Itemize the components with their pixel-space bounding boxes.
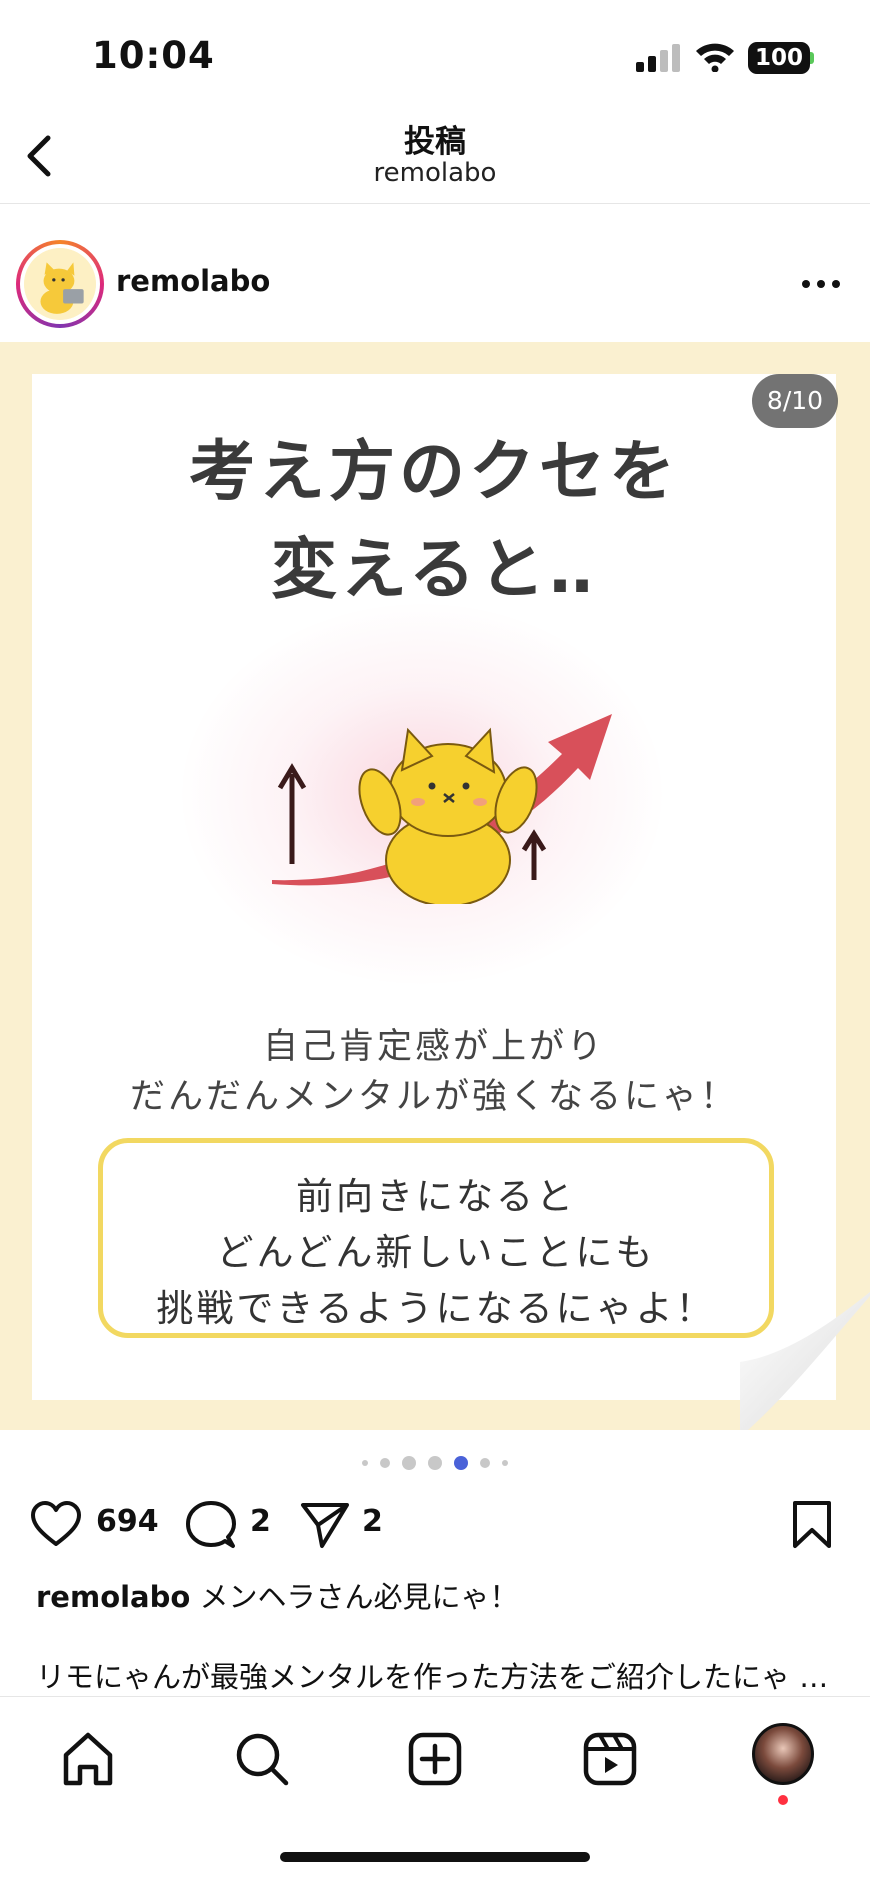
like-count[interactable]: 694 bbox=[96, 1504, 159, 1539]
carousel-dot bbox=[480, 1457, 490, 1468]
post-username[interactable]: remolabo bbox=[116, 264, 270, 298]
status-bar: 10:04 100 bbox=[0, 0, 870, 110]
page-subtitle: remolabo bbox=[373, 158, 497, 188]
signal-icon bbox=[636, 44, 680, 72]
share-count[interactable]: 2 bbox=[362, 1504, 383, 1539]
nav-header: 投稿 remolabo bbox=[0, 110, 870, 204]
carousel-dot-active bbox=[454, 1455, 468, 1470]
image-body-line2: だんだんメンタルが強くなるにゃ！ bbox=[129, 1077, 738, 1117]
reels-icon[interactable] bbox=[580, 1729, 640, 1789]
battery-tip bbox=[810, 52, 814, 64]
image-body-line1: 自己肯定感が上がり bbox=[262, 1027, 605, 1067]
cat-cheering-illustration bbox=[272, 714, 612, 904]
carousel-dot bbox=[380, 1457, 390, 1468]
send-icon[interactable] bbox=[300, 1500, 350, 1550]
post-action-bar: 694 2 2 bbox=[0, 1490, 870, 1560]
battery-indicator: 100 bbox=[748, 42, 810, 74]
carousel-dot bbox=[402, 1455, 416, 1470]
home-indicator bbox=[280, 1852, 590, 1862]
wifi-icon bbox=[696, 43, 734, 72]
image-callout-box: 前向きになると どんどん新しいことにも 挑戦できるようになるにゃよ！ bbox=[98, 1138, 774, 1338]
caption-more-text[interactable]: リモにゃんが最強メンタルを作った方法をご紹介したにゃ … bbox=[36, 1654, 828, 1696]
home-icon[interactable] bbox=[58, 1729, 118, 1789]
callout-line1: 前向きになると bbox=[296, 1175, 576, 1218]
profile-avatar[interactable] bbox=[752, 1723, 814, 1785]
heart-icon[interactable] bbox=[30, 1500, 82, 1548]
post-caption: remolabo メンヘラさん必見にゃ！ bbox=[36, 1574, 519, 1616]
plus-square-icon[interactable] bbox=[405, 1729, 465, 1789]
image-card: 考え方のクセを 変えると‥ 自己肯定感が上がり だんだんメンタルが強くなるにゃ！… bbox=[32, 374, 836, 1400]
callout-line3: 挑戦できるようになるにゃよ！ bbox=[156, 1287, 716, 1330]
callout-line2: どんどん新しいことにも bbox=[216, 1231, 656, 1274]
page-title: 投稿 bbox=[404, 124, 466, 160]
search-icon[interactable] bbox=[232, 1729, 292, 1789]
carousel-page-badge: 8/10 bbox=[752, 374, 838, 428]
carousel-dot bbox=[502, 1459, 508, 1466]
post-header: remolabo bbox=[0, 204, 870, 342]
comment-icon[interactable] bbox=[186, 1500, 236, 1550]
page-curl-decoration bbox=[740, 1292, 870, 1430]
post-image-carousel[interactable]: 考え方のクセを 変えると‥ 自己肯定感が上がり だんだんメンタルが強くなるにゃ！… bbox=[0, 342, 870, 1430]
notification-dot bbox=[778, 1795, 788, 1805]
cat-avatar-icon bbox=[24, 248, 96, 320]
comment-count[interactable]: 2 bbox=[250, 1504, 271, 1539]
carousel-dot bbox=[428, 1455, 442, 1470]
image-headline-line1: 考え方のクセを bbox=[189, 433, 679, 510]
carousel-dot bbox=[362, 1459, 368, 1466]
carousel-dots bbox=[0, 1452, 870, 1476]
bookmark-icon[interactable] bbox=[790, 1500, 834, 1550]
caption-text: メンヘラさん必見にゃ！ bbox=[199, 1580, 519, 1614]
avatar[interactable] bbox=[16, 240, 104, 328]
status-time: 10:04 bbox=[92, 34, 215, 77]
more-horizontal-icon[interactable] bbox=[796, 266, 846, 302]
caption-username[interactable]: remolabo bbox=[36, 1580, 190, 1614]
